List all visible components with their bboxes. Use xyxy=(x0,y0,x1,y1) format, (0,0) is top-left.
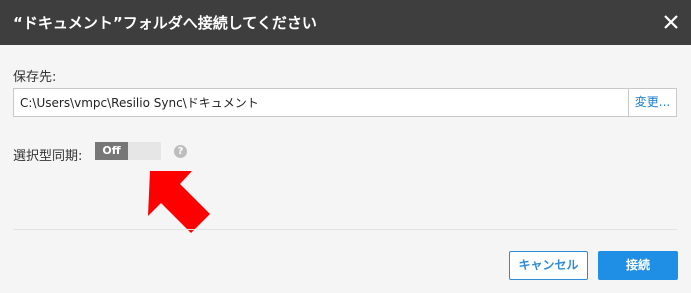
red-arrow-annotation xyxy=(148,171,210,233)
cancel-button[interactable]: キャンセル xyxy=(509,251,588,280)
change-location-button[interactable]: 変更... xyxy=(628,89,676,116)
dialog-title: “ドキュメント”フォルダへ接続してください xyxy=(13,14,317,32)
selective-sync-toggle[interactable]: Off xyxy=(95,142,161,160)
close-button[interactable] xyxy=(659,10,683,34)
location-field: 変更... xyxy=(13,88,677,117)
close-icon xyxy=(664,15,678,29)
title-bar: “ドキュメント”フォルダへ接続してください xyxy=(0,0,691,45)
location-label: 保存先: xyxy=(13,70,57,85)
selective-sync-label: 選択型同期: xyxy=(13,149,83,164)
toggle-state: Off xyxy=(95,142,128,160)
location-input[interactable] xyxy=(14,89,628,116)
footer-divider xyxy=(13,229,677,230)
help-icon[interactable]: ? xyxy=(174,145,187,158)
connect-button[interactable]: 接続 xyxy=(598,251,678,280)
